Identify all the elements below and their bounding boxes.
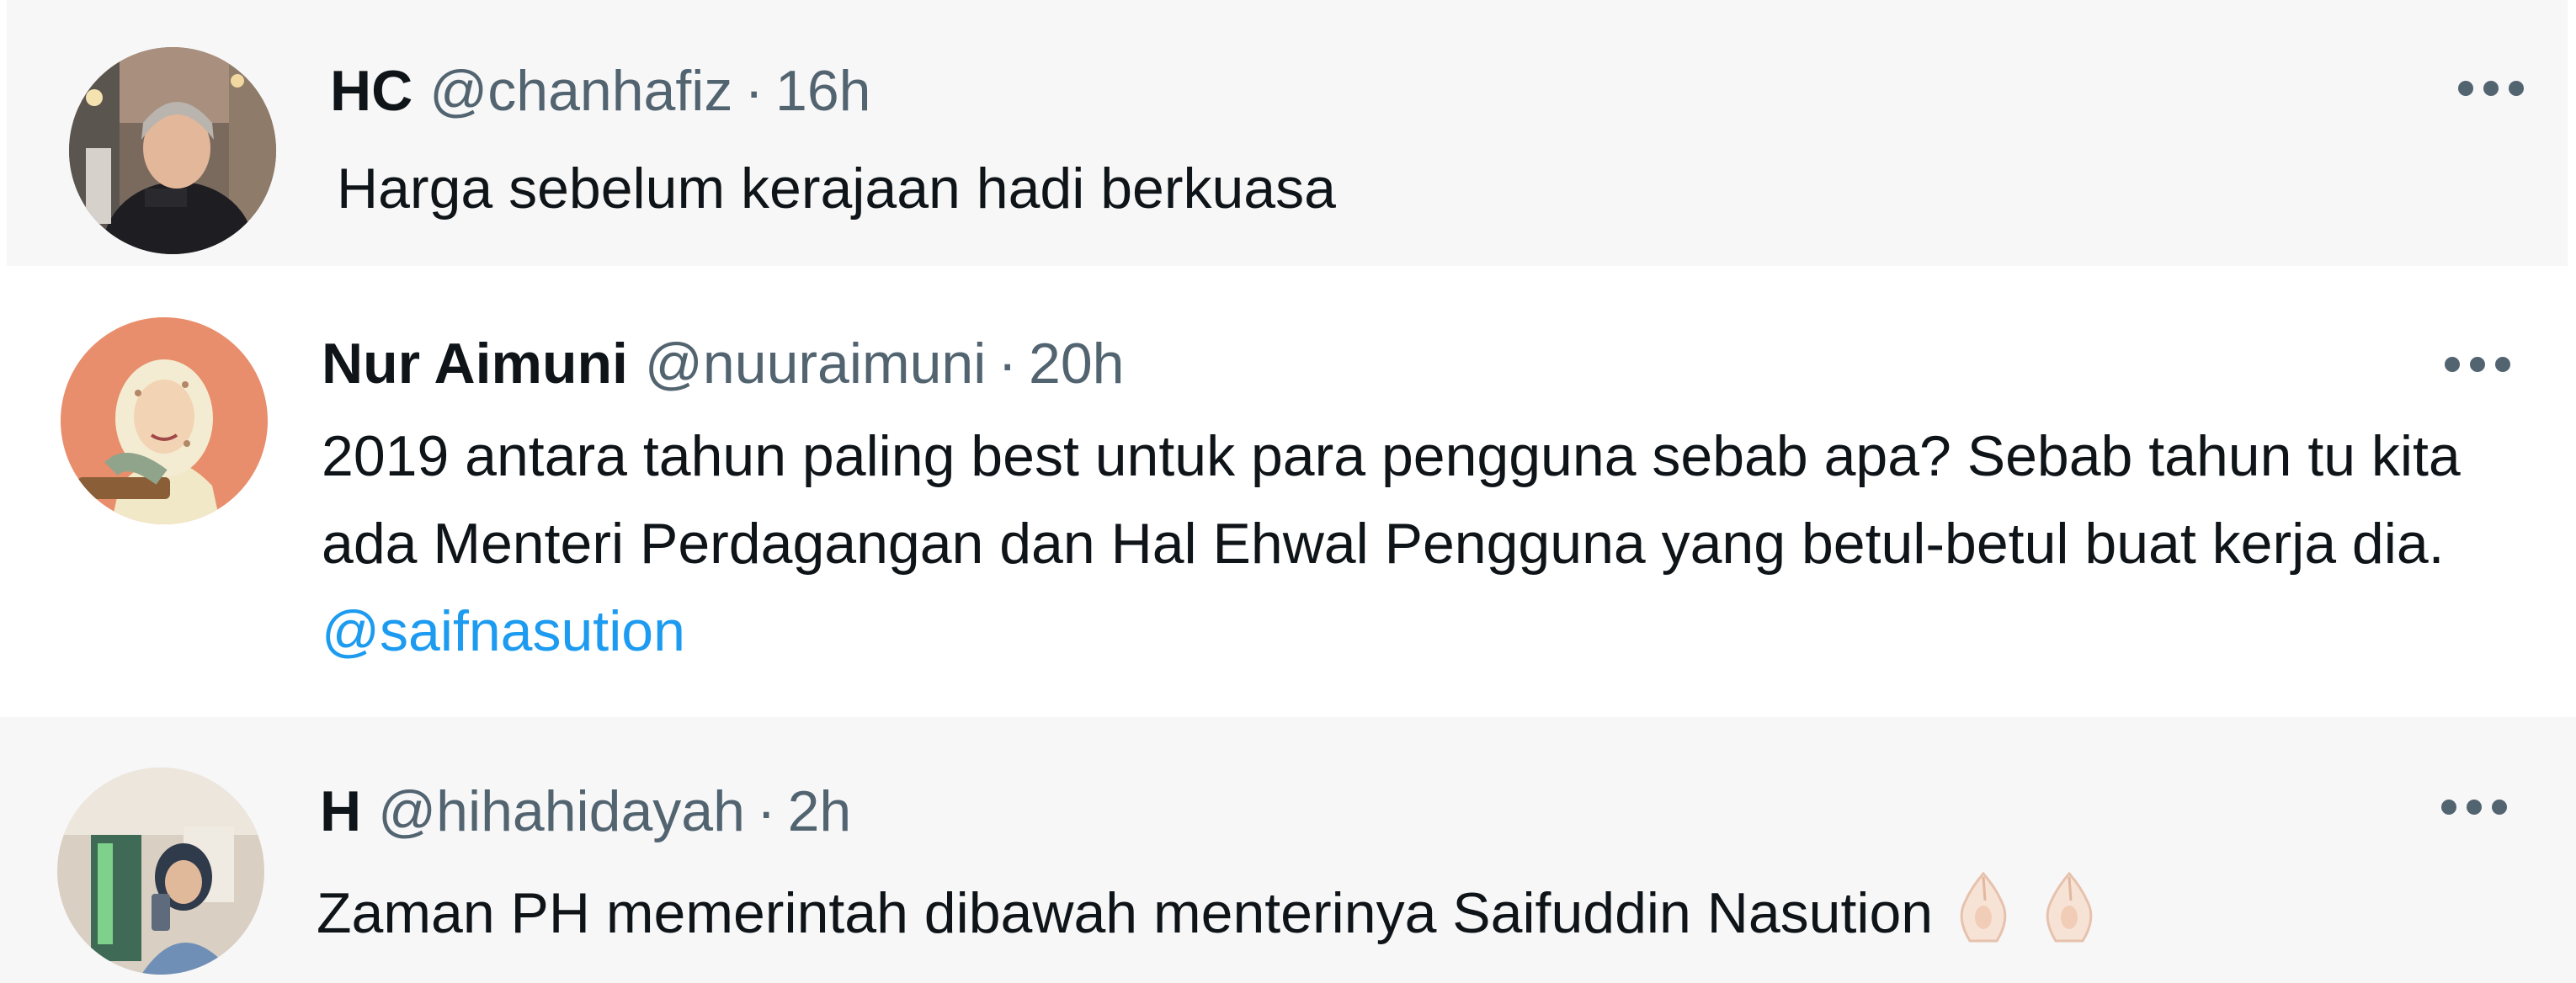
separator-dot: ·: [756, 779, 776, 843]
separator-dot: ·: [744, 59, 764, 123]
tweet-text: Zaman PH memerintah dibawah menterinya S…: [317, 869, 2105, 969]
timestamp[interactable]: 20h: [1029, 332, 1124, 396]
tweet-item[interactable]: HC @chanhafiz · 16h Harga sebelum kerajaan …: [7, 0, 2568, 269]
more-options-icon[interactable]: [2445, 357, 2512, 377]
more-options-icon[interactable]: [2441, 800, 2509, 820]
display-name[interactable]: Nur Aimuni: [322, 332, 628, 396]
mention-link[interactable]: @saifnasution: [322, 599, 685, 663]
more-options-icon[interactable]: [2458, 81, 2525, 101]
user-handle[interactable]: @chanhafiz: [429, 59, 732, 123]
tweet-text-content: Zaman PH memerintah dibawah menterinya S…: [317, 881, 1934, 945]
tweet-header: H @hihahidayah · 2h: [320, 778, 851, 845]
avatar[interactable]: [61, 317, 268, 524]
user-handle[interactable]: @nuuraimuni: [645, 332, 986, 396]
timestamp[interactable]: 16h: [775, 59, 870, 123]
user-handle[interactable]: @hihahidayah: [378, 779, 745, 843]
display-name[interactable]: H: [320, 779, 361, 843]
tweet-text-content: 2019 antara tahun paling best untuk para…: [322, 424, 2461, 576]
pinched-fingers-icon: [1933, 869, 2105, 969]
avatar[interactable]: [69, 47, 276, 254]
tweet-header: HC @chanhafiz · 16h: [330, 57, 870, 125]
display-name[interactable]: HC: [330, 59, 412, 123]
timestamp[interactable]: 2h: [788, 779, 852, 843]
tweet-text: Harga sebelum kerajaan hadi berkuasa: [337, 157, 1336, 221]
tweet-item[interactable]: H @hihahidayah · 2h Zaman PH memerintah dib…: [0, 717, 2576, 983]
separator-dot: ·: [998, 332, 1018, 396]
tweet-item[interactable]: Nur Aimuni @nuuraimuni · 20h 2019 antara ta…: [0, 269, 2576, 717]
tweet-header: Nur Aimuni @nuuraimuni · 20h: [322, 330, 1124, 397]
avatar[interactable]: [57, 768, 264, 975]
tweet-text: 2019 antara tahun paling best untuk para…: [322, 412, 2527, 675]
